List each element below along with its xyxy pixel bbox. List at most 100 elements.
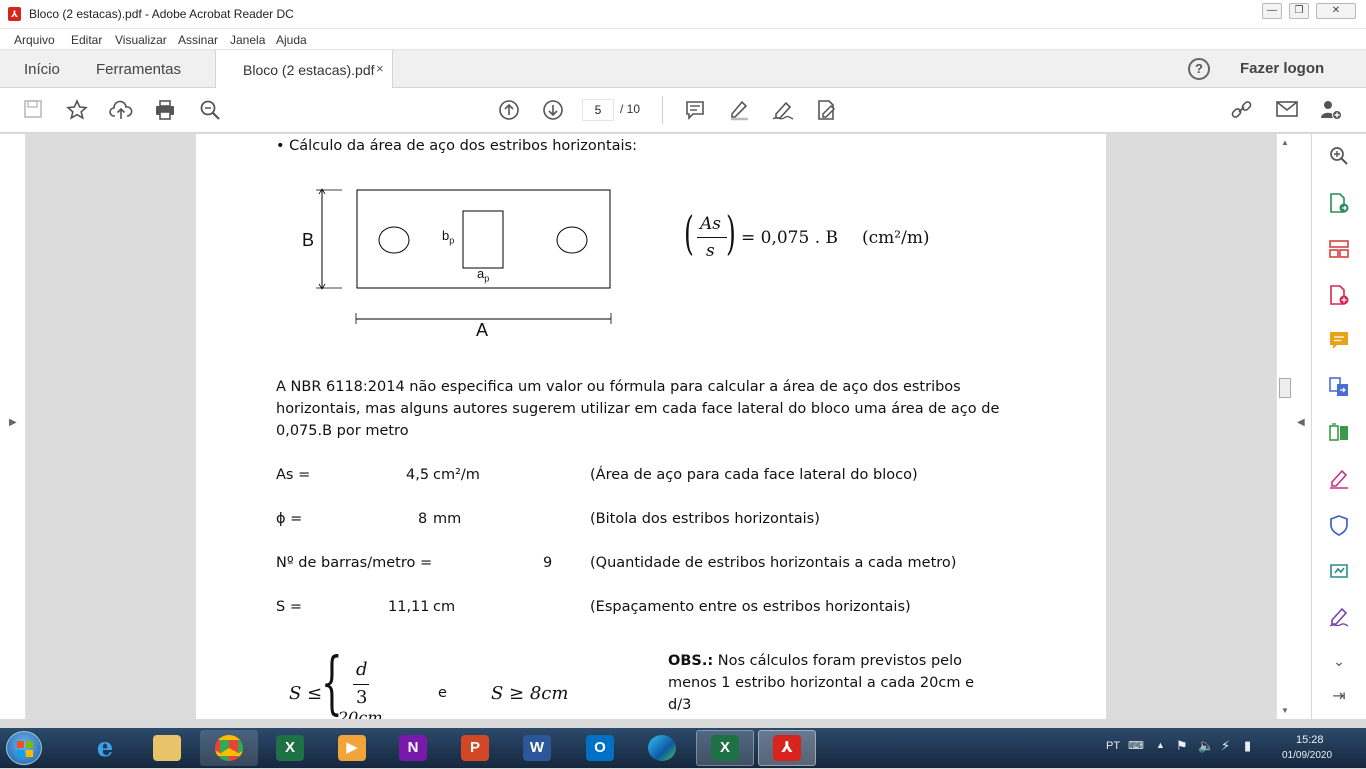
formula-fraction-bar	[697, 237, 727, 238]
edge-icon[interactable]	[648, 735, 676, 761]
tab-tools[interactable]: Ferramentas	[96, 61, 181, 78]
document-tab-label: Bloco (2 estacas).pdf	[243, 62, 375, 78]
language-indicator[interactable]: PT	[1106, 740, 1120, 752]
excel-active-icon[interactable]: X	[711, 735, 739, 761]
section-heading: • Cálculo da área de aço dos estribos ho…	[276, 138, 637, 154]
export-pdf-icon[interactable]	[1326, 192, 1352, 220]
menu-janela[interactable]: Janela	[230, 33, 265, 47]
protect-shield-icon[interactable]	[1326, 514, 1352, 542]
row-phi-label: ϕ =	[276, 511, 303, 527]
fill-and-sign-icon[interactable]	[1326, 468, 1352, 496]
menu-editar[interactable]: Editar	[71, 33, 102, 47]
row-s-value: 11,11	[388, 599, 430, 615]
paragraph-line-3: 0,075.B por metro	[276, 423, 409, 439]
action-center-flag-icon[interactable]: ⚑	[1176, 738, 1188, 754]
onenote-icon[interactable]: N	[399, 735, 427, 761]
power-icon[interactable]: ⚡	[1221, 738, 1230, 754]
help-icon[interactable]: ?	[1188, 58, 1210, 80]
bookmark-star-icon[interactable]	[64, 99, 90, 127]
volume-icon[interactable]: 🔈	[1198, 738, 1214, 754]
menu-arquivo[interactable]: Arquivo	[14, 33, 55, 47]
row-as-desc: (Área de aço para cada face lateral do b…	[590, 467, 918, 483]
comment-icon[interactable]	[682, 99, 708, 127]
next-page-icon[interactable]	[540, 99, 566, 127]
internet-explorer-icon[interactable]: e	[91, 735, 119, 761]
formula-left-paren: (	[684, 206, 694, 260]
file-explorer-icon[interactable]	[153, 735, 181, 761]
start-button[interactable]	[6, 731, 42, 765]
condition-fraction-bar	[353, 684, 369, 685]
menu-ajuda[interactable]: Ajuda	[276, 33, 307, 47]
menu-visualizar[interactable]: Visualizar	[115, 33, 167, 47]
send-for-review-icon[interactable]	[1326, 560, 1352, 588]
compare-files-icon[interactable]	[1326, 422, 1352, 450]
keyboard-icon[interactable]: ⌨	[1128, 739, 1144, 752]
share-link-icon[interactable]	[1229, 99, 1255, 127]
menu-bar: Arquivo Editar Visualizar Assinar Janela…	[0, 29, 1366, 50]
create-pdf-icon[interactable]	[1326, 284, 1352, 312]
powerpoint-icon[interactable]: P	[461, 735, 489, 761]
tab-document[interactable]: Bloco (2 estacas).pdf ×	[215, 50, 393, 89]
tab-bar: Início Ferramentas Bloco (2 estacas).pdf…	[0, 50, 1366, 89]
login-button[interactable]: Fazer logon	[1240, 60, 1324, 77]
minimize-button[interactable]: —	[1262, 3, 1282, 19]
scroll-thumb[interactable]	[1279, 378, 1291, 398]
print-icon[interactable]	[152, 99, 178, 127]
request-signature-icon[interactable]	[1326, 606, 1352, 634]
acrobat-taskbar-icon[interactable]: ⅄	[773, 735, 801, 761]
scroll-up-icon[interactable]: ▲	[1281, 138, 1289, 147]
comment-tool-icon[interactable]	[1326, 330, 1352, 358]
upload-cloud-icon[interactable]	[108, 99, 134, 127]
bp-label: bp	[442, 228, 455, 246]
formula-denominator: s	[706, 241, 715, 261]
page-number-input[interactable]: 5	[582, 99, 614, 121]
window-title: Bloco (2 estacas).pdf - Adobe Acrobat Re…	[29, 7, 294, 21]
highlight-pen-icon[interactable]	[726, 99, 752, 127]
condition-rhs: S ≥ 8cm	[491, 683, 569, 704]
zoom-search-icon[interactable]	[197, 99, 223, 127]
network-icon[interactable]: ▮	[1244, 738, 1251, 754]
excel-icon[interactable]: X	[276, 735, 304, 761]
word-icon[interactable]: W	[523, 735, 551, 761]
row-phi-desc: (Bitola dos estribos horizontais)	[590, 511, 820, 527]
formula-unit: (cm²/m)	[862, 228, 930, 248]
media-player-icon[interactable]: ▶	[338, 735, 366, 761]
collapse-panel-icon[interactable]: ⇥	[1326, 686, 1352, 708]
row-phi-value: 8	[418, 511, 428, 527]
fill-sign-icon[interactable]	[814, 99, 840, 127]
zoom-in-icon[interactable]	[1326, 146, 1352, 172]
save-icon[interactable]	[20, 99, 46, 125]
condition-and: e	[438, 685, 447, 701]
menu-assinar[interactable]: Assinar	[178, 33, 218, 47]
close-window-button[interactable]: ✕	[1316, 3, 1356, 19]
row-s-label: S =	[276, 599, 302, 615]
vertical-scrollbar[interactable]: ▲ ▼	[1276, 134, 1293, 719]
tab-home[interactable]: Início	[24, 61, 60, 78]
scroll-down-icon[interactable]: ▼	[1281, 706, 1289, 715]
row-bars-value: 9	[543, 555, 553, 571]
close-tab-icon[interactable]: ×	[376, 61, 384, 76]
collapse-right-panel-icon[interactable]: ◀	[1297, 417, 1305, 428]
restore-button[interactable]: ❐	[1289, 3, 1309, 19]
outlook-icon[interactable]: O	[586, 735, 614, 761]
combine-files-icon[interactable]	[1326, 376, 1352, 404]
email-icon[interactable]	[1274, 99, 1300, 125]
organize-pages-icon[interactable]	[1326, 238, 1352, 266]
obs-line-3: d/3	[668, 697, 692, 713]
row-bars-label: Nº de barras/metro =	[276, 555, 433, 571]
toolbar-divider	[662, 96, 663, 124]
paragraph-line-2: horizontais, mas alguns autores sugerem …	[276, 401, 1000, 417]
clock-time[interactable]: 15:28	[1296, 734, 1324, 746]
expand-left-panel-icon[interactable]: ▶	[9, 417, 17, 428]
left-panel-collapsed: ▶	[0, 134, 26, 719]
title-bar: ⅄ Bloco (2 estacas).pdf - Adobe Acrobat …	[0, 0, 1366, 29]
dimension-b-label: B	[302, 230, 315, 250]
add-user-icon[interactable]	[1318, 99, 1344, 127]
right-tools-panel: ⌄ ⇥	[1311, 134, 1366, 719]
more-tools-chevron-icon[interactable]: ⌄	[1326, 650, 1352, 672]
clock-date[interactable]: 01/09/2020	[1282, 750, 1332, 761]
previous-page-icon[interactable]	[496, 99, 522, 127]
tray-expand-icon[interactable]: ▲	[1156, 740, 1165, 750]
chrome-icon[interactable]	[215, 735, 243, 761]
sign-pen-icon[interactable]	[770, 99, 796, 127]
